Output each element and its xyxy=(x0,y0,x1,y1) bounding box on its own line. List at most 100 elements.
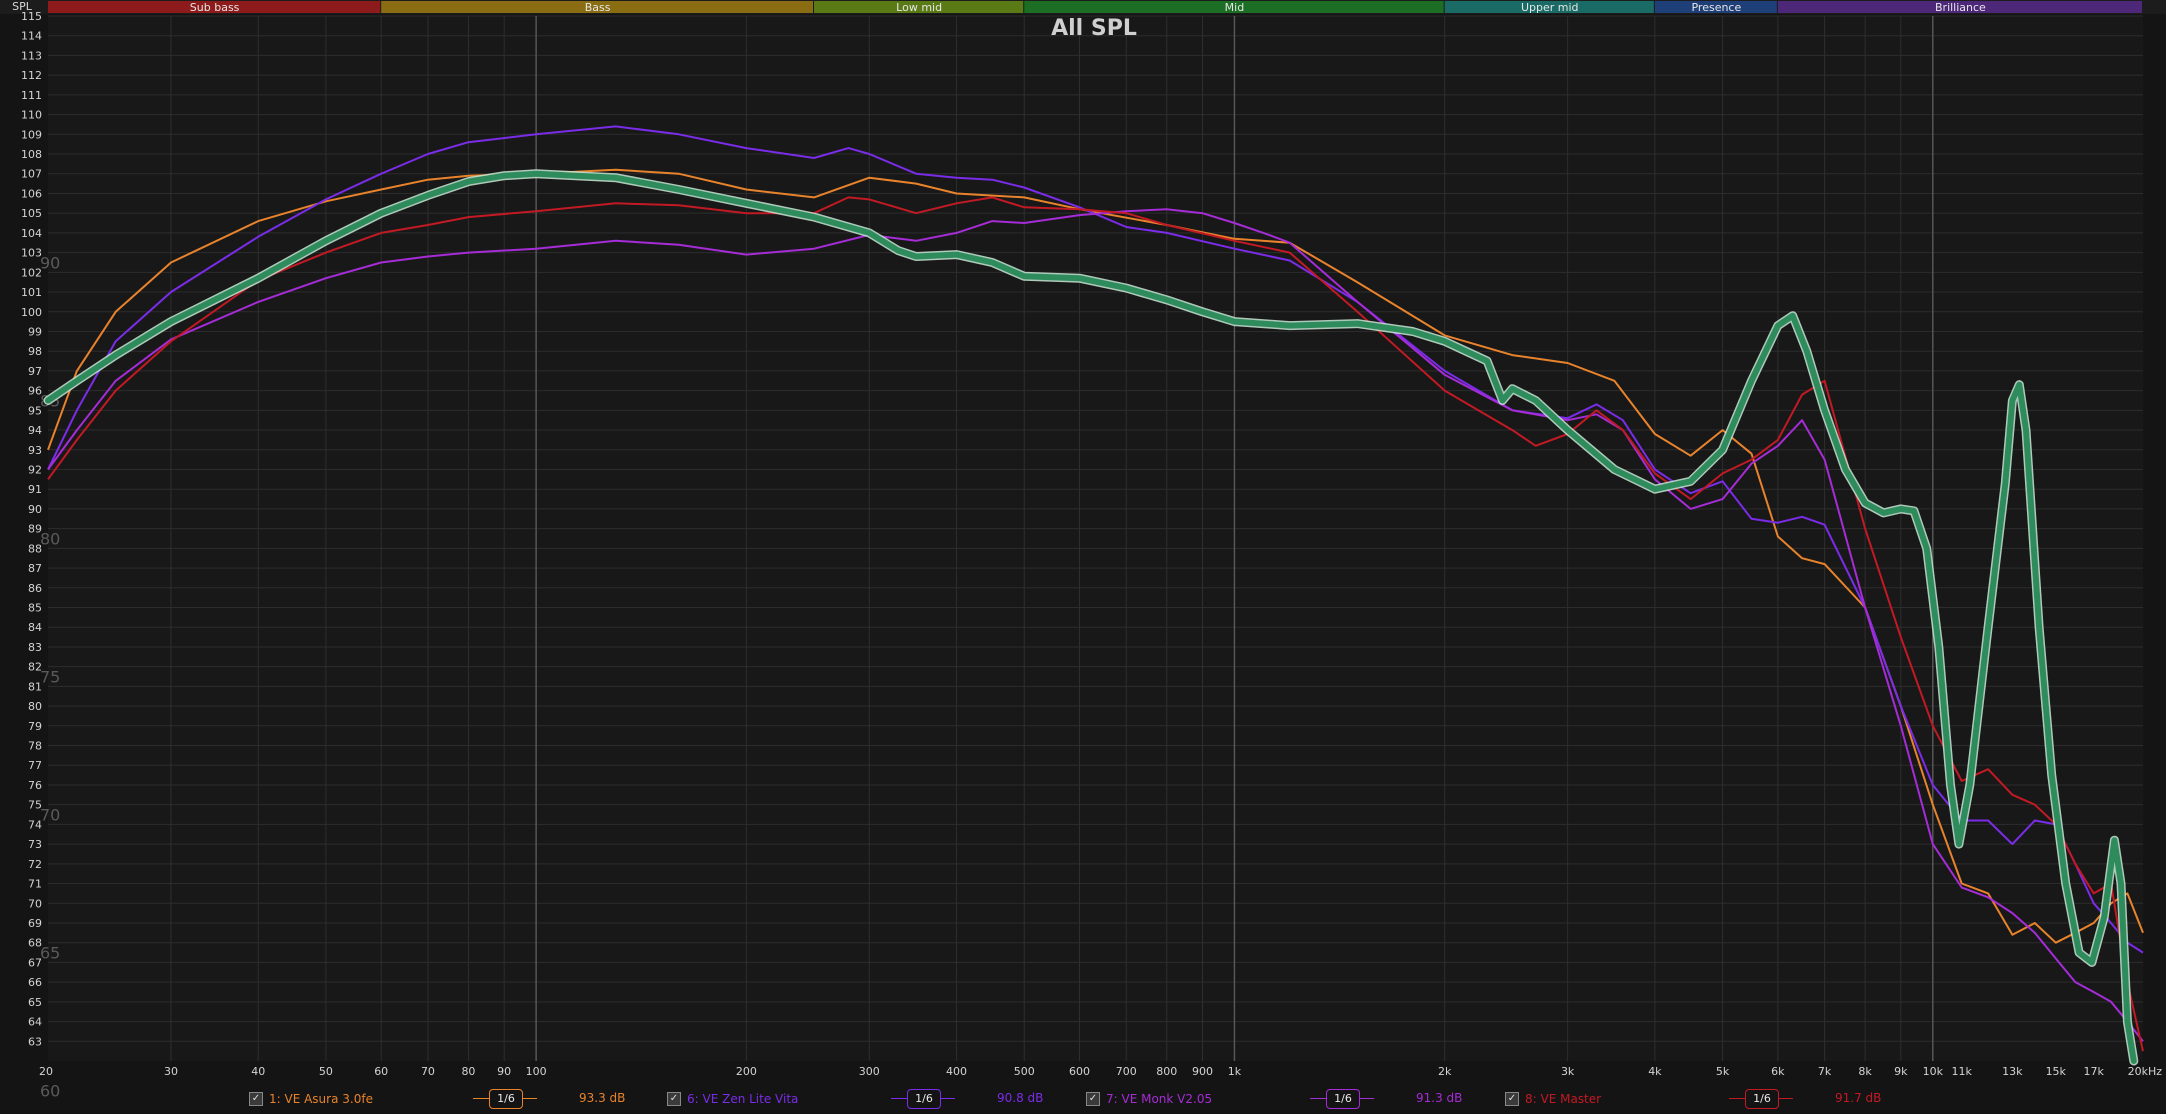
y-tick-label: 87 xyxy=(28,562,42,575)
x-tick-label: 15k xyxy=(2046,1065,2067,1078)
y-tick-label: 77 xyxy=(28,759,42,772)
x-tick-label: 7k xyxy=(1818,1065,1832,1078)
band-label: Sub bass xyxy=(190,1,240,14)
y-tick-label: 69 xyxy=(28,917,42,930)
plot-area xyxy=(48,16,2143,1061)
x-tick-label: 17k xyxy=(2084,1065,2105,1078)
y-secondary-tick-label: 80 xyxy=(40,530,60,549)
x-tick-label: 10k xyxy=(1923,1065,1944,1078)
y-tick-label: 106 xyxy=(21,187,42,200)
x-tick-label: 500 xyxy=(1014,1065,1035,1078)
x-tick-label: 50 xyxy=(319,1065,333,1078)
y-tick-label: 72 xyxy=(28,858,42,871)
legend-item[interactable]: ✓ 6: VE Zen Lite Vita 1/6 90.8 dB xyxy=(667,1089,1067,1109)
y-tick-label: 63 xyxy=(28,1035,42,1048)
y-secondary-tick-label: 75 xyxy=(40,668,60,687)
y-tick-label: 107 xyxy=(21,168,42,181)
y-tick-label: 100 xyxy=(21,306,42,319)
legend-item[interactable]: ✓ 8: VE Master 1/6 91.7 dB xyxy=(1505,1089,1905,1109)
y-tick-label: 90 xyxy=(28,503,42,516)
y-tick-label: 108 xyxy=(21,148,42,161)
x-tick-label: 2k xyxy=(1438,1065,1452,1078)
frequency-band-bar: Sub bass Bass Low mid Mid Upper mid Presence B… xyxy=(0,0,2166,14)
legend-series-name: 6: VE Zen Lite Vita xyxy=(687,1092,799,1106)
y-tick-label: 99 xyxy=(28,325,42,338)
y-tick-label: 66 xyxy=(28,976,42,989)
y-tick-label: 114 xyxy=(21,30,42,43)
spl-chart: Sub bass Bass Low mid Mid Upper mid Presence B… xyxy=(0,0,2166,1101)
legend-spl-value: 91.3 dB xyxy=(1416,1091,1463,1105)
y-tick-label: 76 xyxy=(28,779,42,792)
y-tick-label: 103 xyxy=(21,247,42,260)
y-tick-label: 84 xyxy=(28,621,42,634)
x-tick-label: 900 xyxy=(1192,1065,1213,1078)
y-tick-label: 85 xyxy=(28,602,42,615)
x-tick-label: 200 xyxy=(736,1065,757,1078)
band-label: Bass xyxy=(585,1,611,14)
y-tick-label: 83 xyxy=(28,641,42,654)
smoothing-button[interactable]: 1/6 xyxy=(907,1089,941,1109)
y-tick-label: 104 xyxy=(21,227,42,240)
y-axis-label: SPL xyxy=(12,0,33,13)
y-tick-label: 112 xyxy=(21,69,42,82)
x-tick-label: 60 xyxy=(374,1065,388,1078)
x-tick-label: 600 xyxy=(1069,1065,1090,1078)
y-tick-label: 73 xyxy=(28,838,42,851)
y-tick-label: 71 xyxy=(28,878,42,891)
x-tick-label: 700 xyxy=(1116,1065,1137,1078)
legend-spl-value: 91.7 dB xyxy=(1835,1091,1882,1105)
y-tick-label: 97 xyxy=(28,365,42,378)
chart-title: All SPL xyxy=(1051,16,1137,41)
y-tick-label: 92 xyxy=(28,463,42,476)
legend-series-name: 8: VE Master xyxy=(1525,1092,1602,1106)
band-label: Mid xyxy=(1225,1,1245,14)
y-tick-label: 91 xyxy=(28,483,42,496)
checkbox-icon[interactable]: ✓ xyxy=(1505,1092,1519,1106)
x-tick-label: 6k xyxy=(1771,1065,1785,1078)
y-tick-label: 79 xyxy=(28,720,42,733)
y-tick-label: 78 xyxy=(28,740,42,753)
x-tick-label: 70 xyxy=(421,1065,435,1078)
y-tick-label: 80 xyxy=(28,700,42,713)
y-tick-label: 110 xyxy=(21,109,42,122)
x-tick-label: 1k xyxy=(1228,1065,1242,1078)
y-tick-label: 64 xyxy=(28,1016,42,1029)
smoothing-button[interactable]: 1/6 xyxy=(1326,1089,1360,1109)
y-tick-label: 113 xyxy=(21,49,42,62)
y-tick-label: 101 xyxy=(21,286,42,299)
y-secondary-tick-label: 90 xyxy=(40,253,60,272)
band-label: Brilliance xyxy=(1935,1,1986,14)
x-tick-label: 400 xyxy=(946,1065,967,1078)
x-tick-label: 11k xyxy=(1951,1065,1972,1078)
x-tick-label: 30 xyxy=(164,1065,178,1078)
x-tick-label: 90 xyxy=(497,1065,511,1078)
checkbox-icon[interactable]: ✓ xyxy=(667,1092,681,1106)
x-tick-label: 3k xyxy=(1561,1065,1575,1078)
x-tick-label: 4k xyxy=(1648,1065,1662,1078)
legend-item[interactable]: ✓ 7: VE Monk V2.05 1/6 91.3 dB xyxy=(1086,1089,1486,1109)
y-tick-label: 94 xyxy=(28,424,42,437)
smoothing-button[interactable]: 1/6 xyxy=(489,1089,523,1109)
band-label: Low mid xyxy=(896,1,942,14)
x-axis: 20 30 40 50 60 70 80 90 100 200 300 400 500 600 700 800… xyxy=(39,1065,2162,1078)
grid xyxy=(48,15,2143,1061)
y-tick-label: 98 xyxy=(28,345,42,358)
x-tick-label: 13k xyxy=(2002,1065,2023,1078)
x-tick-label: 5k xyxy=(1716,1065,1730,1078)
y-tick-label: 86 xyxy=(28,582,42,595)
legend-series-name: 7: VE Monk V2.05 xyxy=(1106,1092,1213,1106)
smoothing-button[interactable]: 1/6 xyxy=(1745,1089,1779,1109)
checkbox-icon[interactable]: ✓ xyxy=(1086,1092,1100,1106)
checkbox-icon[interactable]: ✓ xyxy=(249,1092,263,1106)
y-tick-label: 111 xyxy=(21,89,42,102)
y-secondary-tick-label: 65 xyxy=(40,944,60,963)
legend-spl-value: 90.8 dB xyxy=(997,1091,1044,1105)
x-tick-label: 9k xyxy=(1894,1065,1908,1078)
x-tick-label: 100 xyxy=(526,1065,547,1078)
x-tick-label: 800 xyxy=(1156,1065,1177,1078)
x-tick-label: 80 xyxy=(461,1065,475,1078)
legend-item[interactable]: ✓ 1: VE Asura 3.0fe 1/6 93.3 dB xyxy=(249,1089,649,1109)
y-tick-label: 109 xyxy=(21,128,42,141)
y-tick-label: 102 xyxy=(21,266,42,279)
band-label: Upper mid xyxy=(1521,1,1579,14)
